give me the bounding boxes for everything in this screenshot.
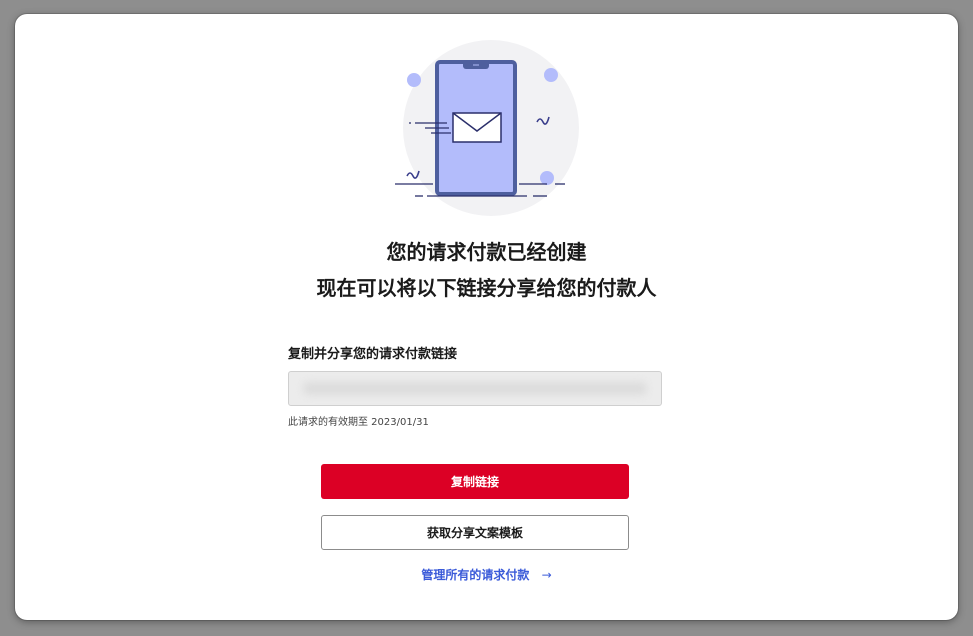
dot-decoration	[407, 73, 421, 87]
payment-link-value	[303, 382, 647, 395]
manage-payment-requests-link[interactable]: 管理所有的请求付款 →	[15, 566, 958, 583]
arrow-right-icon: →	[541, 568, 552, 582]
page-subtitle: 现在可以将以下链接分享给您的付款人	[316, 276, 657, 300]
expiry-note: 此请求的有效期至 2023/01/31	[288, 417, 429, 428]
page-window: 您的请求付款已经创建 现在可以将以下链接分享给您的付款人 复制并分享您的请求付款…	[15, 14, 958, 620]
copy-link-button[interactable]: 复制链接	[321, 464, 629, 499]
copy-link-label: 复制并分享您的请求付款链接	[288, 347, 458, 362]
envelope-icon	[452, 112, 502, 143]
dot-decoration	[544, 68, 558, 82]
phone-envelope-illustration	[395, 40, 579, 216]
payment-link-field[interactable]	[288, 371, 662, 406]
dot-decoration	[540, 171, 554, 185]
manage-link-label: 管理所有的请求付款	[421, 568, 530, 582]
share-template-button[interactable]: 获取分享文案模板	[321, 515, 629, 550]
page-title: 您的请求付款已经创建	[386, 240, 587, 264]
